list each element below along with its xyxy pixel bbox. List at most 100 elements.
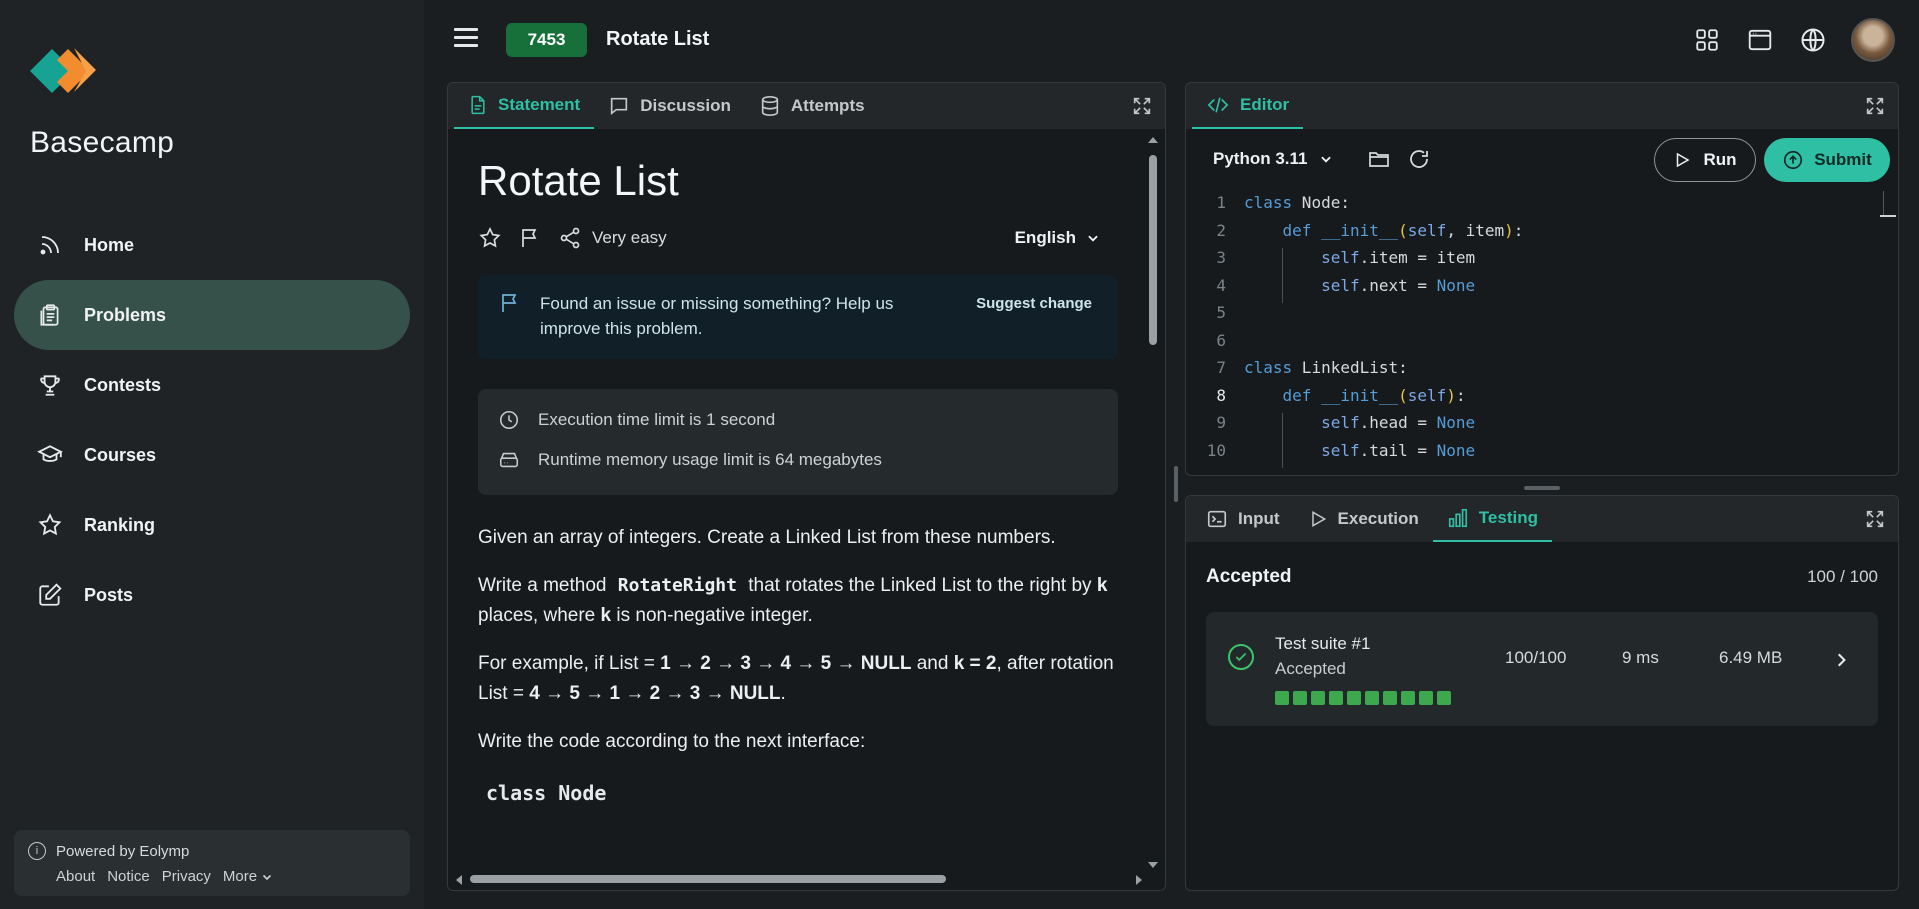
scroll-left-icon[interactable]	[454, 874, 464, 886]
flag-icon	[498, 291, 522, 343]
problem-id-badge: 7453	[506, 23, 587, 57]
flag-icon[interactable]	[518, 226, 542, 250]
test-suite-row[interactable]: Test suite #1 Accepted 100/100 9 ms 6.49…	[1206, 612, 1878, 726]
test-case-pass[interactable]	[1419, 691, 1433, 705]
tab-label: Attempts	[790, 96, 865, 115]
chevron-down-icon	[1088, 235, 1098, 242]
basecamp-logo[interactable]	[30, 40, 112, 102]
statement-paragraph-4: Write the code according to the next int…	[478, 731, 866, 752]
issue-banner: Found an issue or missing something? Hel…	[478, 275, 1118, 359]
results-tabs: Input Execution Testing	[1186, 496, 1898, 542]
tab-discussion[interactable]: Discussion	[594, 83, 745, 129]
suggest-change-link[interactable]: Suggest change	[976, 295, 1092, 312]
language-select[interactable]: English	[1015, 228, 1100, 248]
play-icon	[1308, 509, 1328, 529]
chat-bubble-icon	[608, 95, 630, 117]
globe-icon[interactable]	[1798, 25, 1828, 55]
suite-score: 100/100	[1505, 648, 1567, 667]
statement-tabs: Statement Discussion Attempts	[448, 83, 1165, 129]
minimap-edge	[1883, 191, 1884, 217]
test-case-pass[interactable]	[1329, 691, 1343, 705]
scroll-down-icon[interactable]	[1147, 860, 1159, 870]
folder-icon[interactable]	[1367, 147, 1391, 171]
editor-panel: Editor Python 3.11 Run Submit 1 class Nod…	[1185, 82, 1899, 476]
vertical-scrollbar[interactable]	[1147, 135, 1159, 870]
main-nav: Home Problems Contests Courses Ranking P…	[14, 210, 410, 630]
tab-label: Discussion	[640, 96, 731, 115]
share-icon[interactable]	[558, 226, 582, 250]
favorite-star-icon[interactable]	[478, 226, 502, 250]
horizontal-splitter[interactable]	[1524, 486, 1560, 490]
tab-label: Editor	[1240, 95, 1290, 114]
horizontal-scrollbar[interactable]	[454, 872, 1144, 886]
storage-icon	[498, 449, 520, 471]
refresh-icon[interactable]	[1407, 147, 1431, 171]
scroll-thumb[interactable]	[470, 875, 946, 883]
tab-input[interactable]: Input	[1192, 496, 1294, 542]
footer-link-privacy[interactable]: Privacy	[162, 868, 211, 885]
nav-item-ranking[interactable]: Ranking	[14, 490, 410, 560]
footer-link-about[interactable]: About	[56, 868, 95, 885]
footer-more-dropdown[interactable]: More	[223, 868, 273, 885]
test-case-pass[interactable]	[1293, 691, 1307, 705]
document-icon	[468, 94, 488, 116]
statement-paragraph-3: For example, if List = 1 → 2 → 3 → 4 → 5…	[478, 653, 1114, 704]
user-avatar[interactable]	[1851, 18, 1895, 62]
expand-icon[interactable]	[1864, 95, 1886, 117]
code-editor[interactable]: 1 class Node: 2 def __init__(self, item):…	[1186, 189, 1876, 475]
test-case-pass[interactable]	[1383, 691, 1397, 705]
apps-grid-icon[interactable]	[1692, 25, 1722, 55]
upload-circle-icon	[1784, 150, 1803, 170]
scroll-right-icon[interactable]	[1134, 874, 1144, 886]
test-case-pass[interactable]	[1365, 691, 1379, 705]
scroll-thumb[interactable]	[1149, 155, 1157, 345]
expand-icon[interactable]	[1864, 508, 1886, 530]
test-case-pass[interactable]	[1311, 691, 1325, 705]
run-button[interactable]: Run	[1654, 138, 1756, 182]
tab-editor[interactable]: Editor	[1192, 83, 1304, 129]
nav-label: Problems	[84, 304, 167, 325]
vertical-splitter[interactable]	[1174, 466, 1178, 502]
problem-title: Rotate List	[606, 28, 710, 50]
footer-link-notice[interactable]: Notice	[107, 868, 150, 885]
test-case-pass[interactable]	[1437, 691, 1451, 705]
code-line: 1 class Node:	[1216, 193, 1350, 213]
test-case-pass[interactable]	[1275, 691, 1289, 705]
test-case-indicators	[1275, 691, 1451, 705]
expand-icon[interactable]	[1131, 95, 1153, 117]
code-line: 10 self.tail = None	[1186, 437, 1876, 469]
tab-attempts[interactable]: Attempts	[745, 83, 879, 129]
statement-meta: Very easy English	[478, 223, 1118, 253]
minimap-cursor	[1880, 215, 1896, 217]
tab-testing[interactable]: Testing	[1432, 496, 1552, 542]
brand-name[interactable]: Basecamp	[30, 126, 174, 160]
submit-button[interactable]: Submit	[1764, 138, 1890, 182]
info-icon: i	[28, 842, 46, 860]
tab-execution[interactable]: Execution	[1294, 496, 1433, 542]
test-case-pass[interactable]	[1347, 691, 1361, 705]
clipboard-icon	[36, 301, 64, 329]
code-line: 2 def __init__(self, item):	[1216, 220, 1524, 240]
nav-item-problems[interactable]: Problems	[14, 280, 410, 350]
suite-status: Accepted	[1275, 659, 1346, 678]
powered-by-text[interactable]: Powered by Eolymp	[56, 843, 189, 860]
submit-label: Submit	[1814, 150, 1872, 169]
runtime-select[interactable]: Python 3.11	[1213, 149, 1333, 169]
tab-label: Testing	[1478, 508, 1538, 527]
menu-icon[interactable]	[454, 28, 478, 50]
graduation-cap-icon	[36, 441, 64, 469]
browser-window-icon[interactable]	[1745, 25, 1775, 55]
run-label: Run	[1703, 150, 1737, 169]
test-case-pass[interactable]	[1401, 691, 1415, 705]
suite-time: 9 ms	[1622, 648, 1659, 667]
code-line: 8 def __init__(self):	[1216, 385, 1466, 405]
tab-statement[interactable]: Statement	[454, 83, 595, 129]
limits-box: Execution time limit is 1 second Runtime…	[478, 389, 1118, 495]
scroll-up-icon[interactable]	[1147, 135, 1159, 145]
chevron-right-icon[interactable]	[1834, 652, 1848, 668]
nav-item-home[interactable]: Home	[14, 210, 410, 280]
footer-link-more: More	[222, 868, 258, 885]
nav-item-contests[interactable]: Contests	[14, 350, 410, 420]
nav-item-courses[interactable]: Courses	[14, 420, 410, 490]
nav-item-posts[interactable]: Posts	[14, 560, 410, 630]
